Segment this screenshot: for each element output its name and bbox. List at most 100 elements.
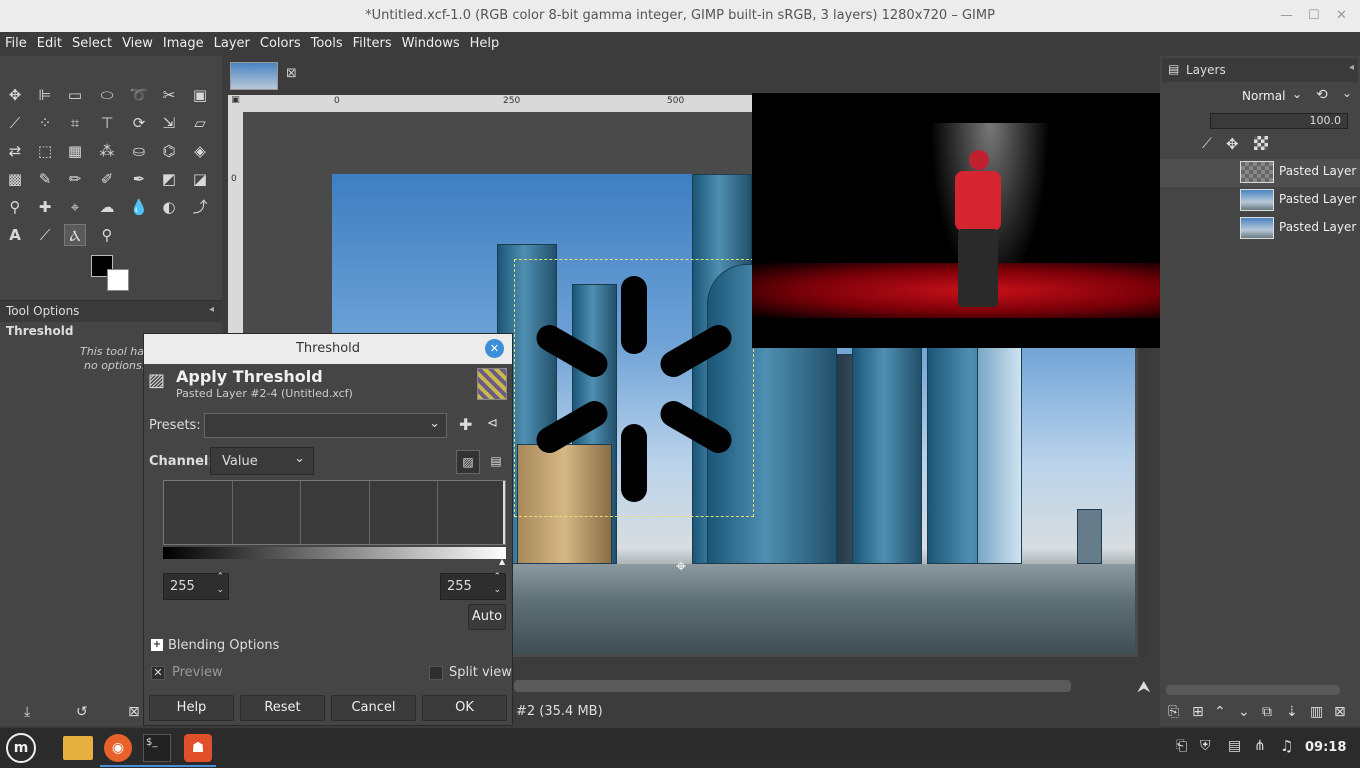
- files-icon[interactable]: [63, 736, 93, 760]
- blur-icon[interactable]: 💧: [128, 196, 150, 218]
- mypaint-brush-icon[interactable]: ◩: [158, 168, 180, 190]
- clipboard-icon[interactable]: ▤: [1228, 738, 1241, 754]
- unified-transform-icon[interactable]: ⊤: [96, 112, 118, 134]
- handle-transform-icon[interactable]: ⌬: [158, 140, 180, 162]
- new-layer-group-icon[interactable]: ⊞: [1192, 704, 1204, 720]
- text-tool-icon[interactable]: A: [4, 224, 26, 246]
- close-tab-icon[interactable]: ⊠: [286, 66, 297, 81]
- lock-alpha-icon[interactable]: [1254, 136, 1268, 150]
- channel-select[interactable]: Value ⌄: [210, 447, 314, 475]
- reset-button[interactable]: Reset: [240, 695, 325, 721]
- high-threshold-spinner[interactable]: 255 ⌃ ⌄: [440, 572, 506, 600]
- paths-icon[interactable]: ⤴: [189, 196, 211, 218]
- firefox-icon[interactable]: ◉: [104, 734, 132, 762]
- low-threshold-spinner[interactable]: 255 ⌃ ⌄: [163, 572, 229, 600]
- gimp-icon[interactable]: ☗: [184, 734, 212, 762]
- menu-layer[interactable]: Layer: [209, 32, 255, 56]
- gradient-icon[interactable]: ▩: [4, 168, 26, 190]
- lock-position-icon[interactable]: ✥: [1226, 135, 1239, 153]
- measure-tool-icon[interactable]: Ⲁ: [64, 224, 86, 246]
- foreground-select-icon[interactable]: ▣: [189, 84, 211, 106]
- menu-file[interactable]: File: [0, 32, 32, 56]
- heal-icon[interactable]: ✚: [34, 196, 56, 218]
- spin-down-icon[interactable]: ⌄: [216, 585, 224, 595]
- airbrush-icon[interactable]: ✐: [96, 168, 118, 190]
- layer-row[interactable]: Pasted Layer: [1160, 215, 1360, 243]
- network-icon[interactable]: ⋔: [1254, 738, 1266, 754]
- minimize-icon[interactable]: —: [1280, 0, 1293, 32]
- smudge-icon[interactable]: ☁: [96, 196, 118, 218]
- perspective-icon[interactable]: ⬚: [34, 140, 56, 162]
- anchor-layer-icon[interactable]: ⇣: [1286, 704, 1298, 720]
- help-button[interactable]: Help: [149, 695, 234, 721]
- bucket-fill-icon[interactable]: ⛀: [128, 140, 150, 162]
- opacity-field[interactable]: 100.0: [1210, 113, 1348, 129]
- panel-menu-icon[interactable]: ◂: [209, 304, 214, 315]
- layers-tab[interactable]: Layers: [1186, 63, 1226, 77]
- menu-edit[interactable]: Edit: [32, 32, 67, 56]
- layer-row[interactable]: Pasted Layer #: [1160, 187, 1360, 215]
- menu-image[interactable]: Image: [158, 32, 209, 56]
- color-select-icon[interactable]: ⁘: [34, 112, 56, 134]
- menu-tools[interactable]: Tools: [306, 32, 348, 56]
- scale-icon[interactable]: ⇲: [158, 112, 180, 134]
- lasso-icon[interactable]: ➰: [128, 84, 150, 106]
- cancel-button[interactable]: Cancel: [331, 695, 416, 721]
- scissors-icon[interactable]: ✂: [158, 84, 180, 106]
- image-tab-thumbnail[interactable]: [230, 62, 278, 90]
- zoom-icon[interactable]: ⚲: [96, 224, 118, 246]
- perspective-clone-icon[interactable]: ⌖: [64, 196, 86, 218]
- menu-view[interactable]: View: [117, 32, 158, 56]
- clock[interactable]: 09:18: [1305, 740, 1346, 755]
- tool-options-tab[interactable]: Tool Options: [6, 304, 79, 318]
- ok-button[interactable]: OK: [422, 695, 507, 721]
- delete-options-icon[interactable]: ⊠: [128, 704, 140, 720]
- expand-icon[interactable]: +: [151, 639, 163, 651]
- mask-icon[interactable]: ▥: [1310, 704, 1323, 720]
- menu-filters[interactable]: Filters: [348, 32, 397, 56]
- lower-layer-icon[interactable]: ⌄: [1238, 704, 1250, 720]
- dodge-burn-icon[interactable]: ◐: [158, 196, 180, 218]
- linear-histogram-icon[interactable]: ▨: [456, 450, 480, 474]
- panel-menu-icon[interactable]: ◂: [1349, 62, 1354, 73]
- layer-mode-select[interactable]: Normal ⌄: [1238, 87, 1306, 107]
- close-window-icon[interactable]: ✕: [1336, 0, 1347, 32]
- reset-mode-icon[interactable]: ⟲: [1316, 87, 1328, 103]
- layer-row[interactable]: Pasted Layer #: [1160, 159, 1360, 187]
- spin-up-icon[interactable]: ⌃: [493, 572, 501, 582]
- pencil-icon[interactable]: ✏: [64, 168, 86, 190]
- color-picker-icon[interactable]: ⟋: [34, 224, 56, 246]
- shear-icon[interactable]: ▱: [189, 112, 211, 134]
- menu-windows[interactable]: Windows: [397, 32, 465, 56]
- fuzzy-select-icon[interactable]: ⟋: [4, 112, 26, 134]
- preset-menu-icon[interactable]: ⊲: [487, 416, 498, 431]
- duplicate-layer-icon[interactable]: ⧉: [1262, 704, 1272, 720]
- rect-select-icon[interactable]: ▭: [64, 84, 86, 106]
- notifications-icon[interactable]: ⎗: [1176, 738, 1187, 754]
- ellipse-select-icon[interactable]: ⬭: [96, 84, 118, 106]
- auto-button[interactable]: Auto: [468, 604, 506, 630]
- eraser-icon[interactable]: ◪: [189, 168, 211, 190]
- start-menu-icon[interactable]: m: [6, 733, 36, 763]
- crop-icon[interactable]: ⌗: [64, 112, 86, 134]
- quick-mask-toggle[interactable]: ▣: [228, 95, 243, 112]
- align-tool-icon[interactable]: ⊫: [34, 84, 56, 106]
- horizontal-scrollbar[interactable]: [514, 680, 1071, 692]
- navigate-icon[interactable]: ⮝: [1137, 677, 1151, 697]
- move-tool-icon[interactable]: ✥: [4, 84, 26, 106]
- new-layer-icon[interactable]: ⎘: [1168, 704, 1179, 720]
- add-preset-icon[interactable]: ✚: [459, 415, 472, 434]
- raise-layer-icon[interactable]: ⌃: [1214, 704, 1226, 720]
- paint-bucket-icon[interactable]: ◈: [189, 140, 211, 162]
- chevron-down-icon[interactable]: ⌄: [1342, 86, 1352, 100]
- presets-select[interactable]: ⌄: [204, 413, 447, 438]
- split-view-checkbox[interactable]: [429, 666, 443, 680]
- menu-help[interactable]: Help: [465, 32, 505, 56]
- preview-checkbox[interactable]: ✕: [151, 666, 165, 680]
- log-histogram-icon[interactable]: ▤: [484, 450, 508, 474]
- flip-icon[interactable]: ⇄: [4, 140, 26, 162]
- maximize-icon[interactable]: ☐: [1308, 0, 1320, 32]
- histogram[interactable]: [163, 480, 506, 545]
- delete-layer-icon[interactable]: ⊠: [1334, 704, 1346, 720]
- rotate-icon[interactable]: ⟳: [128, 112, 150, 134]
